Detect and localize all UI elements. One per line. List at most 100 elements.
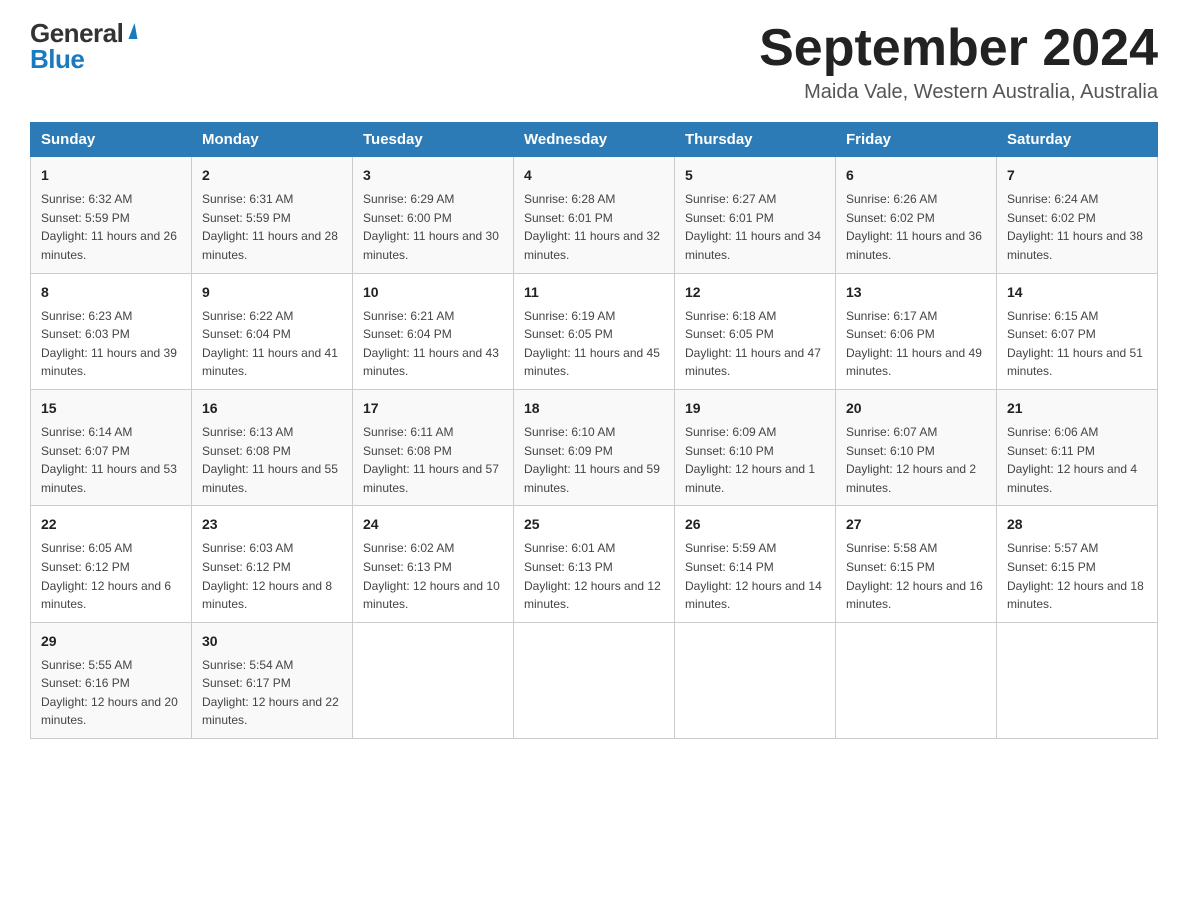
day-info: Sunrise: 6:32 AM Sunset: 5:59 PM Dayligh… xyxy=(41,190,181,264)
day-number: 17 xyxy=(363,398,503,419)
calendar-table: Sunday Monday Tuesday Wednesday Thursday… xyxy=(30,122,1158,739)
calendar-cell: 2 Sunrise: 6:31 AM Sunset: 5:59 PM Dayli… xyxy=(192,157,353,273)
day-info: Sunrise: 6:14 AM Sunset: 6:07 PM Dayligh… xyxy=(41,423,181,497)
day-number: 23 xyxy=(202,514,342,535)
calendar-cell: 7 Sunrise: 6:24 AM Sunset: 6:02 PM Dayli… xyxy=(997,157,1158,273)
calendar-cell: 21 Sunrise: 6:06 AM Sunset: 6:11 PM Dayl… xyxy=(997,389,1158,505)
calendar-cell: 9 Sunrise: 6:22 AM Sunset: 6:04 PM Dayli… xyxy=(192,273,353,389)
day-number: 4 xyxy=(524,165,664,186)
calendar-week-row: 15 Sunrise: 6:14 AM Sunset: 6:07 PM Dayl… xyxy=(31,389,1158,505)
calendar-cell: 11 Sunrise: 6:19 AM Sunset: 6:05 PM Dayl… xyxy=(514,273,675,389)
calendar-week-row: 29 Sunrise: 5:55 AM Sunset: 6:16 PM Dayl… xyxy=(31,622,1158,738)
calendar-cell: 12 Sunrise: 6:18 AM Sunset: 6:05 PM Dayl… xyxy=(675,273,836,389)
day-info: Sunrise: 6:09 AM Sunset: 6:10 PM Dayligh… xyxy=(685,423,825,497)
calendar-week-row: 22 Sunrise: 6:05 AM Sunset: 6:12 PM Dayl… xyxy=(31,506,1158,622)
month-title: September 2024 xyxy=(759,20,1158,77)
calendar-cell: 8 Sunrise: 6:23 AM Sunset: 6:03 PM Dayli… xyxy=(31,273,192,389)
calendar-cell: 10 Sunrise: 6:21 AM Sunset: 6:04 PM Dayl… xyxy=(353,273,514,389)
day-number: 16 xyxy=(202,398,342,419)
calendar-cell: 25 Sunrise: 6:01 AM Sunset: 6:13 PM Dayl… xyxy=(514,506,675,622)
calendar-cell: 29 Sunrise: 5:55 AM Sunset: 6:16 PM Dayl… xyxy=(31,622,192,738)
col-tuesday: Tuesday xyxy=(353,123,514,157)
day-info: Sunrise: 6:15 AM Sunset: 6:07 PM Dayligh… xyxy=(1007,307,1147,381)
day-info: Sunrise: 5:59 AM Sunset: 6:14 PM Dayligh… xyxy=(685,539,825,613)
day-info: Sunrise: 6:18 AM Sunset: 6:05 PM Dayligh… xyxy=(685,307,825,381)
logo: General Blue xyxy=(30,20,136,72)
calendar-cell xyxy=(514,622,675,738)
day-number: 9 xyxy=(202,282,342,303)
day-number: 24 xyxy=(363,514,503,535)
day-info: Sunrise: 6:26 AM Sunset: 6:02 PM Dayligh… xyxy=(846,190,986,264)
day-info: Sunrise: 6:17 AM Sunset: 6:06 PM Dayligh… xyxy=(846,307,986,381)
day-number: 14 xyxy=(1007,282,1147,303)
calendar-cell: 23 Sunrise: 6:03 AM Sunset: 6:12 PM Dayl… xyxy=(192,506,353,622)
calendar-cell: 14 Sunrise: 6:15 AM Sunset: 6:07 PM Dayl… xyxy=(997,273,1158,389)
page-header: General Blue September 2024 Maida Vale, … xyxy=(30,20,1158,104)
day-number: 22 xyxy=(41,514,181,535)
day-info: Sunrise: 5:55 AM Sunset: 6:16 PM Dayligh… xyxy=(41,656,181,730)
day-info: Sunrise: 6:22 AM Sunset: 6:04 PM Dayligh… xyxy=(202,307,342,381)
day-number: 10 xyxy=(363,282,503,303)
logo-general-text: General xyxy=(30,20,123,46)
calendar-cell: 27 Sunrise: 5:58 AM Sunset: 6:15 PM Dayl… xyxy=(836,506,997,622)
day-info: Sunrise: 6:03 AM Sunset: 6:12 PM Dayligh… xyxy=(202,539,342,613)
col-wednesday: Wednesday xyxy=(514,123,675,157)
day-info: Sunrise: 6:13 AM Sunset: 6:08 PM Dayligh… xyxy=(202,423,342,497)
col-friday: Friday xyxy=(836,123,997,157)
day-info: Sunrise: 6:11 AM Sunset: 6:08 PM Dayligh… xyxy=(363,423,503,497)
day-number: 7 xyxy=(1007,165,1147,186)
day-info: Sunrise: 6:02 AM Sunset: 6:13 PM Dayligh… xyxy=(363,539,503,613)
calendar-cell xyxy=(997,622,1158,738)
calendar-cell: 5 Sunrise: 6:27 AM Sunset: 6:01 PM Dayli… xyxy=(675,157,836,273)
day-number: 1 xyxy=(41,165,181,186)
col-monday: Monday xyxy=(192,123,353,157)
day-number: 3 xyxy=(363,165,503,186)
day-number: 19 xyxy=(685,398,825,419)
calendar-week-row: 8 Sunrise: 6:23 AM Sunset: 6:03 PM Dayli… xyxy=(31,273,1158,389)
day-number: 15 xyxy=(41,398,181,419)
day-number: 27 xyxy=(846,514,986,535)
day-info: Sunrise: 6:01 AM Sunset: 6:13 PM Dayligh… xyxy=(524,539,664,613)
day-number: 5 xyxy=(685,165,825,186)
calendar-cell: 13 Sunrise: 6:17 AM Sunset: 6:06 PM Dayl… xyxy=(836,273,997,389)
day-number: 20 xyxy=(846,398,986,419)
calendar-cell: 24 Sunrise: 6:02 AM Sunset: 6:13 PM Dayl… xyxy=(353,506,514,622)
day-info: Sunrise: 6:29 AM Sunset: 6:00 PM Dayligh… xyxy=(363,190,503,264)
day-number: 21 xyxy=(1007,398,1147,419)
calendar-cell: 30 Sunrise: 5:54 AM Sunset: 6:17 PM Dayl… xyxy=(192,622,353,738)
calendar-cell: 19 Sunrise: 6:09 AM Sunset: 6:10 PM Dayl… xyxy=(675,389,836,505)
logo-blue-text: Blue xyxy=(30,44,84,74)
day-number: 29 xyxy=(41,631,181,652)
day-info: Sunrise: 6:23 AM Sunset: 6:03 PM Dayligh… xyxy=(41,307,181,381)
day-number: 30 xyxy=(202,631,342,652)
day-info: Sunrise: 6:21 AM Sunset: 6:04 PM Dayligh… xyxy=(363,307,503,381)
day-info: Sunrise: 6:28 AM Sunset: 6:01 PM Dayligh… xyxy=(524,190,664,264)
calendar-cell: 28 Sunrise: 5:57 AM Sunset: 6:15 PM Dayl… xyxy=(997,506,1158,622)
day-info: Sunrise: 6:19 AM Sunset: 6:05 PM Dayligh… xyxy=(524,307,664,381)
day-info: Sunrise: 5:54 AM Sunset: 6:17 PM Dayligh… xyxy=(202,656,342,730)
calendar-cell: 1 Sunrise: 6:32 AM Sunset: 5:59 PM Dayli… xyxy=(31,157,192,273)
calendar-cell: 18 Sunrise: 6:10 AM Sunset: 6:09 PM Dayl… xyxy=(514,389,675,505)
day-info: Sunrise: 6:24 AM Sunset: 6:02 PM Dayligh… xyxy=(1007,190,1147,264)
day-number: 8 xyxy=(41,282,181,303)
title-section: September 2024 Maida Vale, Western Austr… xyxy=(759,20,1158,104)
calendar-cell: 15 Sunrise: 6:14 AM Sunset: 6:07 PM Dayl… xyxy=(31,389,192,505)
day-number: 13 xyxy=(846,282,986,303)
day-info: Sunrise: 6:07 AM Sunset: 6:10 PM Dayligh… xyxy=(846,423,986,497)
day-info: Sunrise: 6:27 AM Sunset: 6:01 PM Dayligh… xyxy=(685,190,825,264)
col-thursday: Thursday xyxy=(675,123,836,157)
calendar-cell: 22 Sunrise: 6:05 AM Sunset: 6:12 PM Dayl… xyxy=(31,506,192,622)
day-number: 26 xyxy=(685,514,825,535)
calendar-cell: 16 Sunrise: 6:13 AM Sunset: 6:08 PM Dayl… xyxy=(192,389,353,505)
day-number: 25 xyxy=(524,514,664,535)
calendar-cell: 6 Sunrise: 6:26 AM Sunset: 6:02 PM Dayli… xyxy=(836,157,997,273)
day-number: 18 xyxy=(524,398,664,419)
calendar-cell: 20 Sunrise: 6:07 AM Sunset: 6:10 PM Dayl… xyxy=(836,389,997,505)
logo-triangle-icon xyxy=(126,23,138,39)
calendar-cell xyxy=(353,622,514,738)
calendar-cell: 17 Sunrise: 6:11 AM Sunset: 6:08 PM Dayl… xyxy=(353,389,514,505)
calendar-cell: 4 Sunrise: 6:28 AM Sunset: 6:01 PM Dayli… xyxy=(514,157,675,273)
col-saturday: Saturday xyxy=(997,123,1158,157)
calendar-cell xyxy=(836,622,997,738)
day-number: 12 xyxy=(685,282,825,303)
